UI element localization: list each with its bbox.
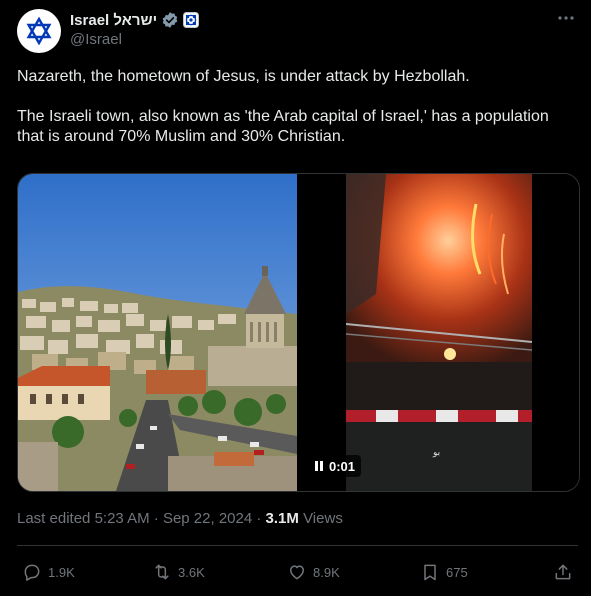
government-affiliate-icon: [183, 12, 200, 28]
tweet-text-paragraph: The Israeli town, also known as 'the Ara…: [17, 108, 549, 145]
bookmark-icon: [424, 564, 436, 581]
tweet-text-paragraph: Nazareth, the hometown of Jesus, is unde…: [17, 68, 470, 85]
nazareth-photo[interactable]: [18, 174, 297, 491]
tweet-date[interactable]: Sep 22, 2024: [163, 510, 252, 527]
bookmark-button[interactable]: 675: [420, 559, 468, 585]
action-bar: 1.9K 3.6K 8.9K 675: [17, 559, 578, 585]
repost-count: 3.6K: [178, 564, 205, 580]
fire-video-still: [346, 174, 532, 491]
share-button[interactable]: [553, 559, 573, 585]
repost-button[interactable]: 3.6K: [152, 559, 205, 585]
pause-icon: [315, 461, 323, 471]
like-count: 8.9K: [313, 564, 340, 580]
reply-icon: [24, 564, 40, 581]
meta-separator: ·: [256, 510, 262, 527]
heart-icon: [290, 565, 304, 580]
author-display-name[interactable]: Israel ישראל: [70, 12, 157, 29]
star-of-david-icon: [26, 16, 52, 46]
share-icon: [555, 564, 571, 580]
more-dots-icon: [558, 16, 574, 20]
reply-button[interactable]: 1.9K: [22, 559, 75, 585]
reply-count: 1.9K: [48, 564, 75, 580]
edited-label[interactable]: Last edited: [17, 510, 90, 527]
tweet: Israel ישראל @Israel Nazareth, the homet…: [0, 0, 591, 596]
avatar[interactable]: [17, 9, 61, 53]
bookmark-count: 675: [446, 564, 468, 580]
tweet-time[interactable]: 5:23 AM: [95, 510, 150, 527]
like-button[interactable]: 8.9K: [287, 559, 340, 585]
video-duration-badge[interactable]: 0:01: [309, 455, 362, 477]
gray-check-badge-icon: [162, 12, 178, 28]
tweet-text: Nazareth, the hometown of Jesus, is unde…: [17, 67, 577, 147]
views-count: 3.1M: [265, 510, 299, 527]
video-frame: بو: [346, 174, 532, 491]
tweet-meta: Last edited 5:23 AM · Sep 22, 2024 · 3.1…: [17, 510, 343, 527]
author-names: Israel ישראל @Israel: [70, 10, 200, 48]
tweet-header: Israel ישראל @Israel: [17, 9, 577, 53]
divider: [17, 545, 578, 546]
author-handle[interactable]: @Israel: [70, 31, 199, 48]
repost-icon: [155, 564, 169, 580]
tweet-media: بو 0:01: [17, 173, 580, 492]
more-options-button[interactable]: [555, 9, 577, 29]
video-caption-text: بو: [433, 448, 441, 458]
nazareth-photo-image: [18, 174, 297, 491]
video-duration: 0:01: [329, 458, 356, 474]
views-label: Views: [303, 510, 343, 527]
meta-separator: ·: [153, 510, 159, 527]
video-player[interactable]: بو 0:01: [299, 174, 579, 491]
